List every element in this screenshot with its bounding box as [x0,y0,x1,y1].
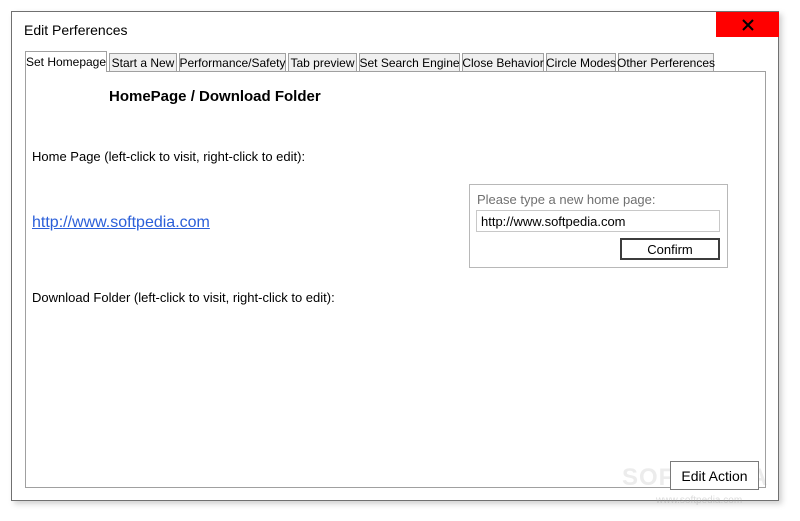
tab-set-search-engine[interactable]: Set Search Engine [359,53,460,71]
window-title: Edit Perferences [24,22,128,38]
close-button[interactable] [716,12,779,37]
title-bar: Edit Perferences [12,12,779,46]
popup-label: Please type a new home page: [477,192,656,207]
tab-performance-safety[interactable]: Performance/Safety [179,53,286,71]
close-icon [741,18,754,31]
homepage-input[interactable] [476,210,720,232]
set-homepage-panel: HomePage / Download Folder Home Page (le… [25,71,767,506]
panel-heading: HomePage / Download Folder [109,88,321,105]
homepage-label: Home Page (left-click to visit, right-cl… [32,149,306,164]
edit-action-button[interactable]: Edit Action [670,461,759,490]
homepage-edit-popup: Please type a new home page: Confirm [469,184,728,268]
tab-tab-preview[interactable]: Tab preview [288,53,357,71]
tab-start-a-new[interactable]: Start a New [109,53,177,71]
download-folder-label: Download Folder (left-click to visit, ri… [32,290,335,305]
homepage-link[interactable]: http://www.softpedia.com [32,214,210,232]
confirm-button[interactable]: Confirm [620,238,720,260]
tab-other-preferences[interactable]: Other Perferences [617,53,715,71]
watermark-url: www.softpedia.com [656,495,743,506]
tab-set-homepage[interactable]: Set Homepage [25,51,107,72]
tab-circle-modes[interactable]: Circle Modes [546,53,616,71]
edit-preferences-window: Edit Perferences Set Homepage Start a Ne… [11,11,779,506]
tab-close-behavior[interactable]: Close Behavior [462,53,544,71]
